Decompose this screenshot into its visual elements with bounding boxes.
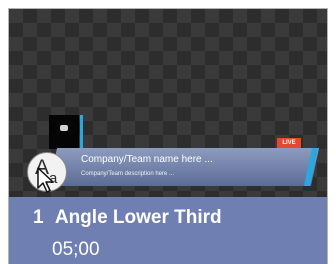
- template-title: Angle Lower Third: [54, 207, 222, 228]
- template-number: 1: [33, 207, 44, 228]
- template-title-row: 1 Angle Lower Third: [33, 207, 222, 229]
- live-badge: LIVE: [277, 138, 301, 148]
- logo-mark: [60, 125, 68, 131]
- template-duration: 05;00: [52, 239, 100, 260]
- template-tile[interactable]: LIVE Company/Team name here ... Company/…: [8, 8, 328, 264]
- template-info: 1 Angle Lower Third 05;00: [9, 197, 327, 264]
- company-description-text: Company/Team description here ...: [81, 171, 175, 177]
- template-preview: LIVE Company/Team name here ... Company/…: [9, 9, 327, 197]
- company-name-text: Company/Team name here ...: [81, 154, 213, 165]
- logo-placeholder: [49, 115, 79, 149]
- mouse-pointer-icon: [37, 167, 54, 193]
